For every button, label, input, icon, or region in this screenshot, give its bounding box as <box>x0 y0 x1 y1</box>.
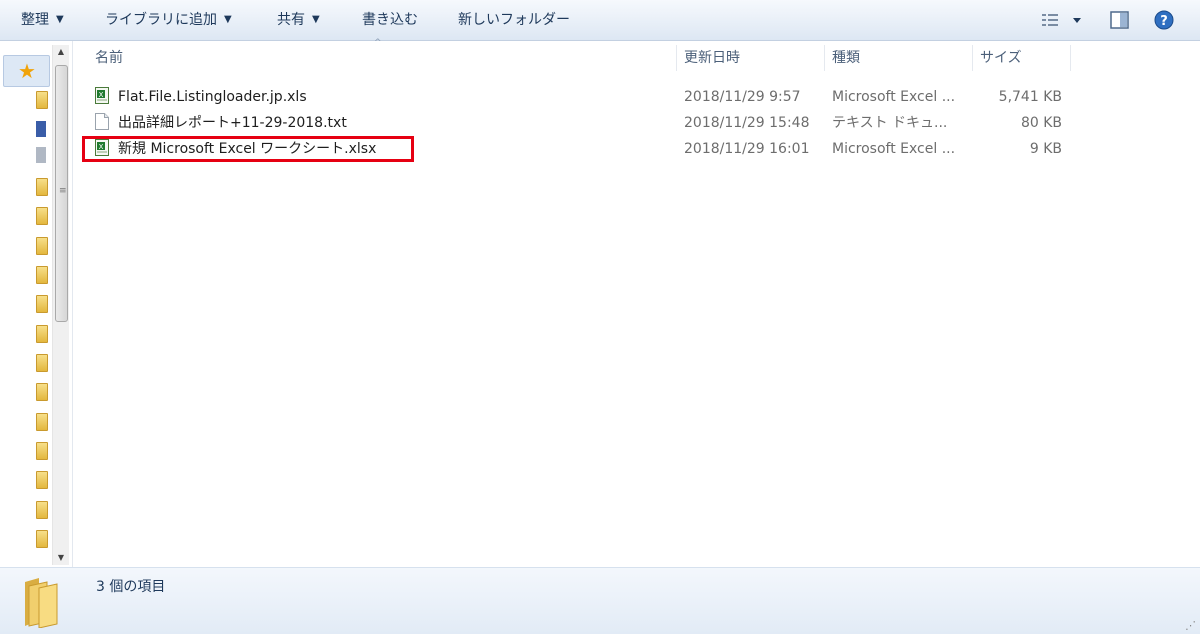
highlight-box <box>82 136 414 162</box>
navigation-pane: ★ ▲ ≡ ▼ <box>0 41 73 567</box>
chevron-down-icon: ▼ <box>56 14 64 25</box>
folder-icon[interactable] <box>36 354 48 372</box>
folder-icon[interactable] <box>36 91 48 109</box>
scroll-thumb[interactable]: ≡ <box>55 65 68 322</box>
sort-ascending-icon: ^ <box>374 38 382 48</box>
file-size: 9 KB <box>1029 141 1062 157</box>
command-bar: 整理 ▼ ライブラリに追加 ▼ 共有 ▼ 書き込む 新しいフォルダー ? <box>0 0 1200 41</box>
desktop-icon[interactable] <box>36 121 46 137</box>
column-divider[interactable] <box>676 45 677 71</box>
help-button[interactable]: ? <box>1153 10 1175 30</box>
star-icon: ★ <box>18 59 36 83</box>
folder-icon[interactable] <box>36 442 48 460</box>
burn-button[interactable]: 書き込む <box>362 10 418 30</box>
recent-places-icon[interactable] <box>36 147 46 163</box>
file-type: テキスト ドキュ... <box>832 115 948 131</box>
item-count: 3 個の項目 <box>96 579 166 595</box>
folder-icon[interactable] <box>36 295 48 313</box>
column-divider[interactable] <box>972 45 973 71</box>
svg-text:X: X <box>99 91 104 99</box>
share-menu[interactable]: 共有 ▼ <box>277 10 320 30</box>
file-row[interactable]: X Flat.File.Listingloader.jp.xls 2018/11… <box>90 84 1080 108</box>
file-type: Microsoft Excel ... <box>832 89 956 105</box>
column-divider[interactable] <box>1070 45 1071 71</box>
folder-icon <box>25 578 58 628</box>
column-divider[interactable] <box>824 45 825 71</box>
chevron-down-icon: ▼ <box>312 14 320 25</box>
excel-icon: X <box>95 87 109 104</box>
new-folder-label: 新しいフォルダー <box>458 12 570 28</box>
file-type: Microsoft Excel ... <box>832 141 956 157</box>
add-to-library-label: ライブラリに追加 <box>105 12 217 28</box>
burn-label: 書き込む <box>362 12 418 28</box>
new-folder-button[interactable]: 新しいフォルダー <box>458 10 570 30</box>
preview-pane-button[interactable] <box>1109 10 1131 30</box>
file-modified: 2018/11/29 16:01 <box>684 141 810 157</box>
view-options-icon <box>1042 14 1081 26</box>
column-header-modified[interactable]: 更新日時 <box>684 45 740 71</box>
column-header-name[interactable]: 名前 <box>95 45 123 71</box>
chevron-down-icon: ▼ <box>224 14 232 25</box>
file-name: 出品詳細レポート+11-29-2018.txt <box>118 115 347 131</box>
folder-icon[interactable] <box>36 207 48 225</box>
scroll-down-icon[interactable]: ▼ <box>53 551 69 565</box>
view-options-button[interactable] <box>1040 10 1086 30</box>
grip-icon: ≡ <box>59 186 67 196</box>
text-file-icon <box>95 113 109 130</box>
svg-text:?: ? <box>1160 14 1168 29</box>
preview-pane-icon <box>1110 11 1129 29</box>
details-pane: 3 個の項目 ⋰ <box>0 567 1200 634</box>
folder-icon[interactable] <box>36 501 48 519</box>
file-modified: 2018/11/29 9:57 <box>684 89 801 105</box>
file-name: Flat.File.Listingloader.jp.xls <box>118 89 307 105</box>
file-modified: 2018/11/29 15:48 <box>684 115 810 131</box>
folder-icon[interactable] <box>36 325 48 343</box>
file-size: 5,741 KB <box>998 89 1062 105</box>
folder-icon[interactable] <box>36 530 48 548</box>
column-header-size[interactable]: サイズ <box>980 45 1022 71</box>
column-header-type[interactable]: 種類 <box>832 45 860 71</box>
favorites-item[interactable]: ★ <box>3 55 50 87</box>
add-to-library-menu[interactable]: ライブラリに追加 ▼ <box>105 10 232 30</box>
folder-icon[interactable] <box>36 383 48 401</box>
folder-icon[interactable] <box>36 266 48 284</box>
file-size: 80 KB <box>1020 115 1062 131</box>
folder-icon[interactable] <box>36 178 48 196</box>
folder-icon[interactable] <box>36 471 48 489</box>
share-label: 共有 <box>277 12 305 28</box>
folder-icon[interactable] <box>36 413 48 431</box>
folder-icon[interactable] <box>36 237 48 255</box>
scroll-up-icon[interactable]: ▲ <box>53 45 69 59</box>
organize-label: 整理 <box>21 12 49 28</box>
nav-scrollbar[interactable]: ▲ ≡ ▼ <box>52 45 69 565</box>
organize-menu[interactable]: 整理 ▼ <box>21 10 64 30</box>
resize-grip-icon[interactable]: ⋰ <box>1185 619 1196 632</box>
help-icon: ? <box>1154 10 1174 30</box>
file-row[interactable]: 出品詳細レポート+11-29-2018.txt 2018/11/29 15:48… <box>90 110 1080 134</box>
